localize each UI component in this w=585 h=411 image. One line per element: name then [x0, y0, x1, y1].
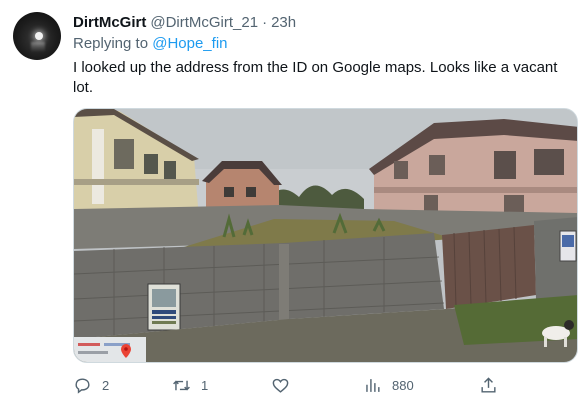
replying-to-label: Replying to [73, 35, 149, 52]
share-icon [481, 376, 496, 393]
tweet-header: DirtMcGirt @DirtMcGirt_21 · 23h [73, 12, 296, 32]
tweet-actions: 2 1 880 [73, 372, 578, 398]
tweet-media-photo[interactable] [73, 108, 578, 363]
views-icon [366, 378, 380, 392]
retweet-icon [173, 380, 190, 390]
reply-icon [75, 377, 90, 394]
replying-to: Replying to @Hope_fin [73, 35, 228, 52]
avatar[interactable] [13, 12, 61, 60]
like-icon [272, 378, 289, 393]
like-button[interactable] [271, 372, 300, 398]
author-handle[interactable]: @DirtMcGirt_21 [150, 14, 258, 31]
tweet-text: I looked up the address from the ID on G… [73, 59, 558, 96]
moon-icon [35, 32, 43, 40]
reply-button[interactable]: 2 [73, 372, 109, 398]
tweet-timestamp[interactable]: 23h [271, 14, 296, 31]
views-count: 880 [392, 377, 414, 393]
retweet-button[interactable]: 1 [172, 372, 208, 398]
street-view-photo [74, 109, 577, 362]
separator-dot: · [262, 13, 268, 31]
moon-reflection [31, 42, 45, 52]
views-button[interactable]: 880 [363, 372, 414, 398]
retweet-count: 1 [201, 377, 209, 393]
tweet[interactable]: DirtMcGirt @DirtMcGirt_21 · 23h Replying… [0, 0, 585, 411]
replying-to-mention[interactable]: @Hope_fin [152, 35, 227, 52]
reply-count: 2 [102, 377, 110, 393]
share-button[interactable] [479, 372, 498, 398]
author-display-name[interactable]: DirtMcGirt [73, 14, 146, 31]
